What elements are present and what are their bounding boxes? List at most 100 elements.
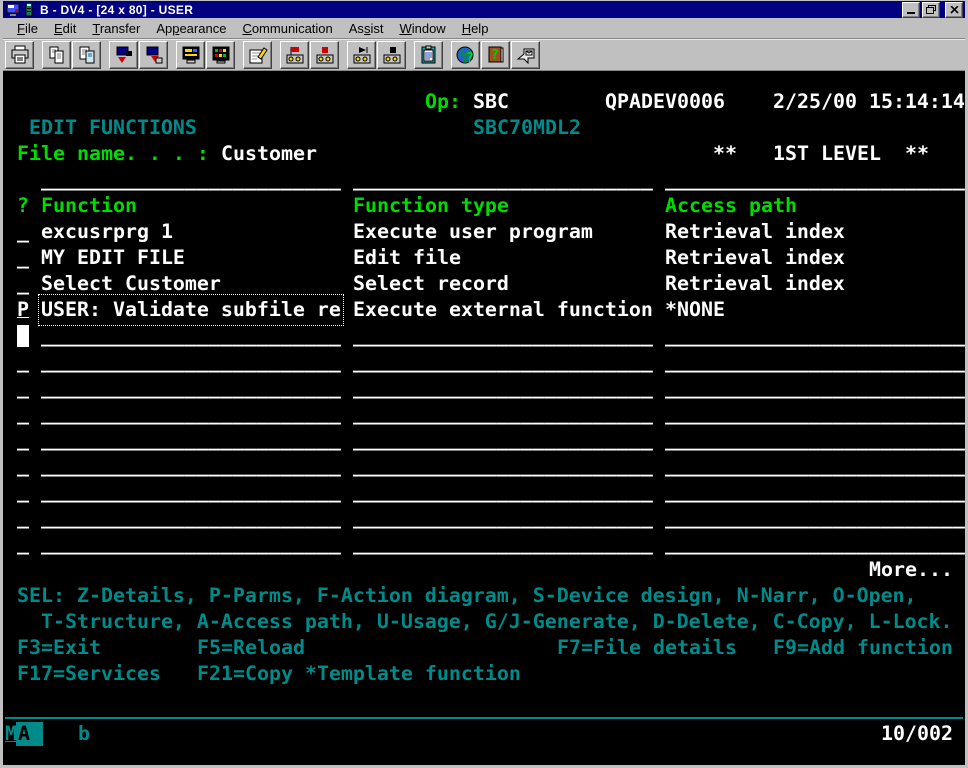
field-line[interactable]: _________________________ (41, 479, 341, 505)
field-line[interactable]: _________________________ (41, 349, 341, 375)
menu-bar: FileEditTransferAppearanceCommunicationA… (3, 18, 965, 39)
sel-field[interactable]: _ (17, 349, 29, 375)
field-line[interactable]: _________________________ (353, 453, 653, 479)
field-line[interactable]: _________________________ (665, 453, 965, 479)
field-line[interactable]: _________________________ (353, 349, 653, 375)
menu-help[interactable]: Help (454, 20, 497, 37)
toolbar-clipboard-button[interactable] (414, 41, 443, 69)
toolbar-copy-button[interactable] (42, 41, 71, 69)
field-line[interactable]: _________________________ (41, 453, 341, 479)
toolbar-notepad-pencil-button[interactable] (243, 41, 272, 69)
function-type: Select record (353, 271, 509, 297)
menu-file[interactable]: File (9, 20, 46, 37)
sel-field[interactable]: _ (17, 453, 29, 479)
notepad-pencil-icon (248, 45, 268, 65)
field-line[interactable]: _________________________ (353, 427, 653, 453)
field-line[interactable]: _________________________ (41, 375, 341, 401)
minimize-button[interactable] (902, 2, 920, 18)
column-rule: _________________________ (41, 167, 341, 193)
sel-field[interactable]: _ (17, 323, 29, 349)
field-line[interactable]: _________________________ (353, 505, 653, 531)
field-line[interactable]: _________________________ (665, 323, 965, 349)
field-line[interactable]: _________________________ (665, 505, 965, 531)
sel-field[interactable]: P (17, 297, 29, 323)
toolbar-record-stop-button[interactable] (310, 41, 339, 69)
device-name: QPADEV0006 (605, 89, 725, 115)
field-line[interactable]: _________________________ (353, 401, 653, 427)
minimize-icon (907, 12, 915, 14)
fkey-f9: F9=Add function (773, 635, 953, 661)
record-start-icon (285, 45, 305, 65)
field-line[interactable]: _________________________ (353, 375, 653, 401)
field-line[interactable]: _________________________ (353, 323, 653, 349)
display-colors-icon (181, 45, 201, 65)
file-name-label: File name. . . : (17, 141, 209, 167)
sel-field[interactable]: _ (17, 245, 29, 271)
field-line[interactable]: _________________________ (665, 479, 965, 505)
fkey-f5: F5=Reload (197, 635, 305, 661)
menu-window[interactable]: Window (391, 20, 453, 37)
field-line[interactable]: _________________________ (41, 505, 341, 531)
function-type: Edit file (353, 245, 461, 271)
receive-file-icon (144, 45, 164, 65)
function-column-header: Function (41, 193, 137, 219)
field-line[interactable]: _________________________ (665, 375, 965, 401)
field-line[interactable]: _________________________ (665, 349, 965, 375)
menu-appearance[interactable]: Appearance (148, 20, 234, 37)
toolbar-play-stop-button[interactable] (377, 41, 406, 69)
internet-help-icon: ? (456, 45, 476, 65)
sel-field[interactable]: _ (17, 219, 29, 245)
toolbar-paste-button[interactable] (72, 41, 101, 69)
field-line[interactable]: _________________________ (41, 401, 341, 427)
field-line[interactable]: _________________________ (665, 427, 965, 453)
menu-communication[interactable]: Communication (234, 20, 340, 37)
function-name: MY EDIT FILE (41, 245, 185, 271)
restore-button[interactable] (922, 2, 940, 18)
close-button[interactable] (945, 2, 963, 18)
field-line[interactable]: _________________________ (665, 401, 965, 427)
send-message-icon (516, 45, 536, 65)
toolbar-internet-help-button[interactable]: ? (451, 41, 480, 69)
field-line[interactable]: _________________________ (41, 323, 341, 349)
color-map-icon (211, 45, 231, 65)
menu-assist[interactable]: Assist (341, 20, 392, 37)
paste-icon (77, 45, 97, 65)
function-type: Execute user program (353, 219, 593, 245)
fkey-f21: F21=Copy *Template function (197, 661, 521, 687)
terminal-screen[interactable]: M A b 10/002 Op:SBCQPADEV00062/25/00 15:… (3, 71, 965, 765)
field-line[interactable]: _________________________ (353, 531, 653, 557)
toolbar-record-start-button[interactable] (280, 41, 309, 69)
sel-field[interactable]: _ (17, 505, 29, 531)
field-line[interactable]: _________________________ (41, 427, 341, 453)
sel-field[interactable]: _ (17, 375, 29, 401)
toolbar-play-button[interactable] (347, 41, 376, 69)
toolbar-print-button[interactable] (5, 41, 34, 69)
toolbar: ?? (3, 39, 965, 71)
menu-transfer[interactable]: Transfer (84, 20, 148, 37)
column-rule: _________________________ (665, 167, 965, 193)
restore-icon (926, 5, 936, 14)
fkey-f17: F17=Services (17, 661, 161, 687)
copy-icon (47, 45, 67, 65)
toolbar-display-colors-button[interactable] (176, 41, 205, 69)
svg-text:?: ? (491, 48, 499, 63)
sel-field[interactable]: _ (17, 531, 29, 557)
toolbar-receive-file-button[interactable] (139, 41, 168, 69)
access-path: Retrieval index (665, 219, 845, 245)
field-line[interactable]: _________________________ (665, 531, 965, 557)
field-line[interactable]: _________________________ (353, 479, 653, 505)
field-line[interactable]: _________________________ (41, 531, 341, 557)
sel-field[interactable]: _ (17, 401, 29, 427)
sel-options-line-2: T-Structure, A-Access path, U-Usage, G/J… (41, 609, 953, 635)
toolbar-help-index-button[interactable]: ? (481, 41, 510, 69)
menu-edit[interactable]: Edit (46, 20, 84, 37)
toolbar-color-map-button[interactable] (206, 41, 235, 69)
window-title: B - DV4 - [24 x 80] - USER (40, 3, 902, 17)
title-bar[interactable]: B - DV4 - [24 x 80] - USER (3, 1, 965, 18)
toolbar-send-file-button[interactable] (109, 41, 138, 69)
column-rule: _________________________ (353, 167, 653, 193)
toolbar-send-message-button[interactable] (511, 41, 540, 69)
sel-field[interactable]: _ (17, 479, 29, 505)
sel-field[interactable]: _ (17, 271, 29, 297)
sel-field[interactable]: _ (17, 427, 29, 453)
